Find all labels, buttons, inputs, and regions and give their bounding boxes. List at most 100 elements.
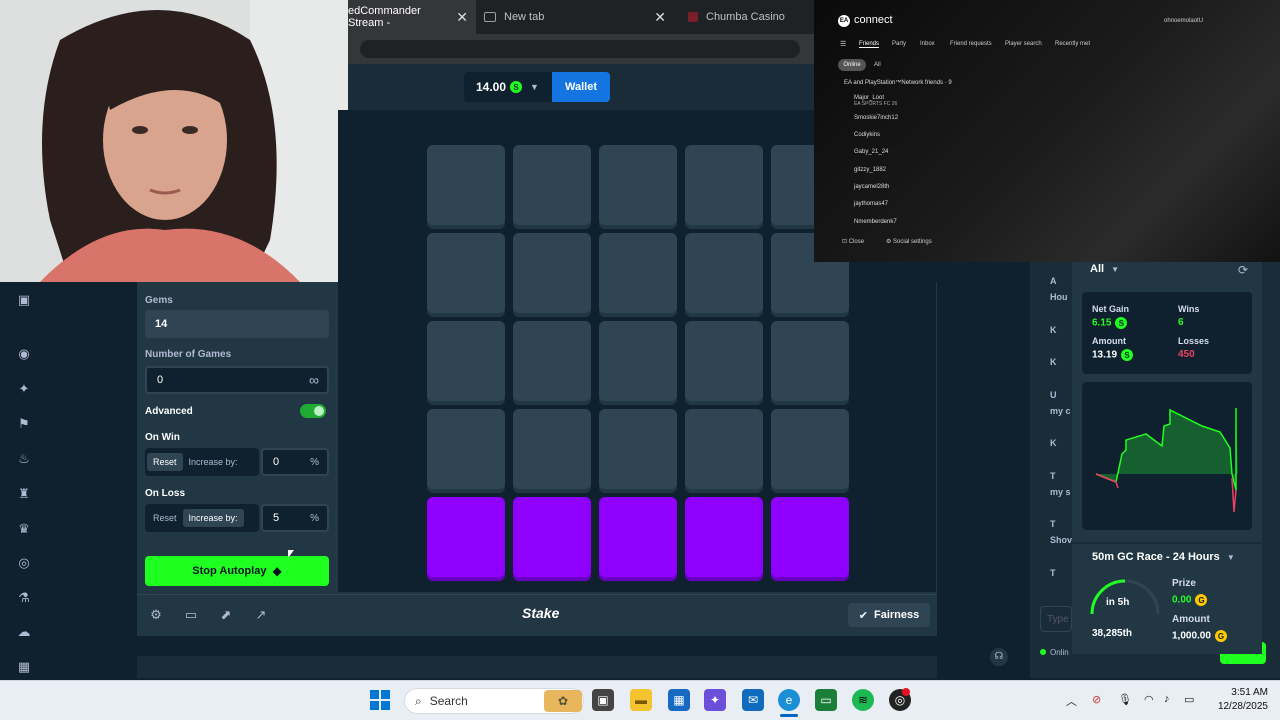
on-win-input[interactable]: 0 % [261, 448, 329, 476]
percent-icon: % [310, 512, 319, 524]
tile-hidden[interactable] [771, 321, 849, 401]
ea-friend-item[interactable]: jaythomas47 [854, 201, 888, 207]
sparkle-icon[interactable]: ✦ [16, 381, 32, 397]
advanced-toggle[interactable] [300, 404, 326, 418]
tile-hidden[interactable] [599, 321, 677, 401]
stats-filter-select[interactable]: All ▼ [1090, 263, 1119, 275]
trophy-icon[interactable]: ♜ [16, 486, 32, 502]
spotify-icon[interactable]: ≋ [852, 689, 874, 711]
task-view-icon[interactable]: ▣ [592, 689, 614, 711]
headset-icon[interactable]: ☊ [990, 648, 1008, 666]
tray-chevron-icon[interactable]: ︿ [1066, 693, 1077, 709]
edge-browser-icon[interactable]: e [778, 689, 800, 711]
chat-input[interactable]: Type [1040, 606, 1072, 632]
wifi-icon[interactable]: ◠ [1144, 693, 1154, 706]
stats-icon[interactable]: ⬈ [218, 607, 234, 623]
close-icon[interactable]: ✕ [456, 9, 468, 26]
ea-friend-item[interactable]: jaycamel28th [854, 184, 889, 190]
volume-icon[interactable]: ♪ [1164, 693, 1170, 705]
on-win-increase-button[interactable]: Increase by: [183, 453, 244, 471]
tile-revealed[interactable] [771, 497, 849, 577]
ea-friend-item[interactable]: Codiykins [854, 132, 880, 138]
balance-selector[interactable]: 14.00 S ▼ [464, 72, 552, 102]
chat-icon[interactable]: ☁ [16, 624, 32, 640]
tile-hidden[interactable] [513, 321, 591, 401]
ea-filter-online[interactable]: Online [838, 59, 866, 71]
tab-stream[interactable]: edCommander Stream - ✕ [348, 0, 476, 34]
tile-revealed[interactable] [685, 497, 763, 577]
wallet-button[interactable]: Wallet [552, 72, 610, 102]
tile-hidden[interactable] [427, 409, 505, 489]
file-explorer-icon[interactable]: ▬ [630, 689, 652, 711]
tile-revealed[interactable] [427, 497, 505, 577]
theatre-icon[interactable]: ▭ [183, 607, 199, 623]
support-icon[interactable]: ◎ [16, 555, 32, 571]
tray-app-icon[interactable]: ⊘ [1092, 693, 1101, 706]
tile-revealed[interactable] [599, 497, 677, 577]
terminal-icon[interactable]: ▭ [815, 689, 837, 711]
tile-hidden[interactable] [685, 321, 763, 401]
popout-icon[interactable]: ↗ [253, 607, 269, 623]
fairness-button[interactable]: ✔ Fairness [848, 603, 930, 627]
tile-hidden[interactable] [599, 233, 677, 313]
ea-menu-icon[interactable]: ☰ [840, 40, 846, 48]
tile-revealed[interactable] [513, 497, 591, 577]
on-loss-reset-button[interactable]: Reset [147, 509, 183, 527]
tile-hidden[interactable] [599, 409, 677, 489]
ea-friend-item[interactable]: Nmemberdenk7 [854, 219, 897, 225]
battery-icon[interactable]: ▭ [1184, 693, 1194, 706]
tab-chumba[interactable]: Chumba Casino [682, 0, 814, 34]
tile-hidden[interactable] [685, 233, 763, 313]
flask-icon[interactable]: ⚗ [16, 590, 32, 606]
on-loss-input[interactable]: 5 % [261, 504, 329, 532]
tile-hidden[interactable] [427, 233, 505, 313]
close-icon[interactable]: ✕ [654, 9, 666, 26]
tile-hidden[interactable] [513, 233, 591, 313]
ea-social-settings-button[interactable]: ⚙ Social settings [886, 238, 932, 245]
tile-hidden[interactable] [513, 145, 591, 225]
search-highlight-icon[interactable]: ✿ [544, 690, 582, 712]
tile-hidden[interactable] [513, 409, 591, 489]
tile-hidden[interactable] [771, 409, 849, 489]
tile-hidden[interactable] [427, 321, 505, 401]
ea-tab-item[interactable]: Inbox [920, 41, 935, 47]
grid-icon[interactable]: ▦ [16, 659, 32, 675]
tile-hidden[interactable] [685, 145, 763, 225]
bookmark-icon[interactable]: ▣ [16, 292, 32, 308]
ea-tab-item[interactable]: Recently met [1055, 41, 1090, 47]
outlook-icon[interactable]: ✉ [742, 689, 764, 711]
tile-hidden[interactable] [427, 145, 505, 225]
refresh-icon[interactable]: ⟳ [1238, 263, 1248, 277]
taskbar-clock[interactable]: 3:51 AM 12/28/2025 [1204, 686, 1268, 714]
num-games-input[interactable]: 0 ∞ [145, 366, 329, 394]
microsoft-store-icon[interactable]: ▦ [668, 689, 690, 711]
ea-friend-item[interactable]: Smoskie7inch12 [854, 115, 898, 121]
ea-tab-item[interactable]: Friend requests [950, 41, 992, 47]
address-input[interactable] [360, 40, 800, 58]
ea-friend-item[interactable]: Gaby_21_24 [854, 149, 888, 155]
tile-hidden[interactable] [685, 409, 763, 489]
copilot-icon[interactable]: ✦ [704, 689, 726, 711]
ea-tab-item[interactable]: Friends [859, 41, 880, 48]
crown-icon[interactable]: ♛ [16, 521, 32, 537]
tile-hidden[interactable] [599, 145, 677, 225]
settings-icon[interactable]: ⚙ [148, 607, 164, 623]
ea-tab-item[interactable]: Party [892, 41, 906, 47]
flame-icon[interactable]: ♨ [16, 451, 32, 467]
ea-close-button[interactable]: ⊡ Close [842, 238, 864, 245]
ea-filter-all[interactable]: All [874, 62, 881, 68]
casino-chip-icon[interactable]: ◉ [16, 346, 32, 362]
stop-autoplay-button[interactable]: Stop Autoplay ◆ [145, 556, 329, 586]
on-loss-increase-button[interactable]: Increase by: [182, 509, 244, 527]
windows-start-icon[interactable] [370, 690, 390, 710]
tab-new-tab[interactable]: New tab ✕ [478, 0, 674, 34]
ea-friend-item[interactable]: Major_Loot EA SPORTS FC 26 [854, 95, 897, 107]
ea-group-header[interactable]: EA and PlayStation™Network friends · 9 [844, 80, 952, 86]
ea-tab-item[interactable]: Player search [1005, 41, 1042, 47]
race-title-row[interactable]: 50m GC Race - 24 Hours ▼ [1092, 551, 1235, 563]
microphone-icon[interactable]: 🎙 [1118, 693, 1132, 706]
gems-input[interactable]: 14 [145, 310, 329, 338]
ea-friend-item[interactable]: gitzzy_1882 [854, 167, 886, 173]
on-win-reset-button[interactable]: Reset [147, 453, 183, 471]
sports-icon[interactable]: ⚑ [16, 416, 32, 432]
